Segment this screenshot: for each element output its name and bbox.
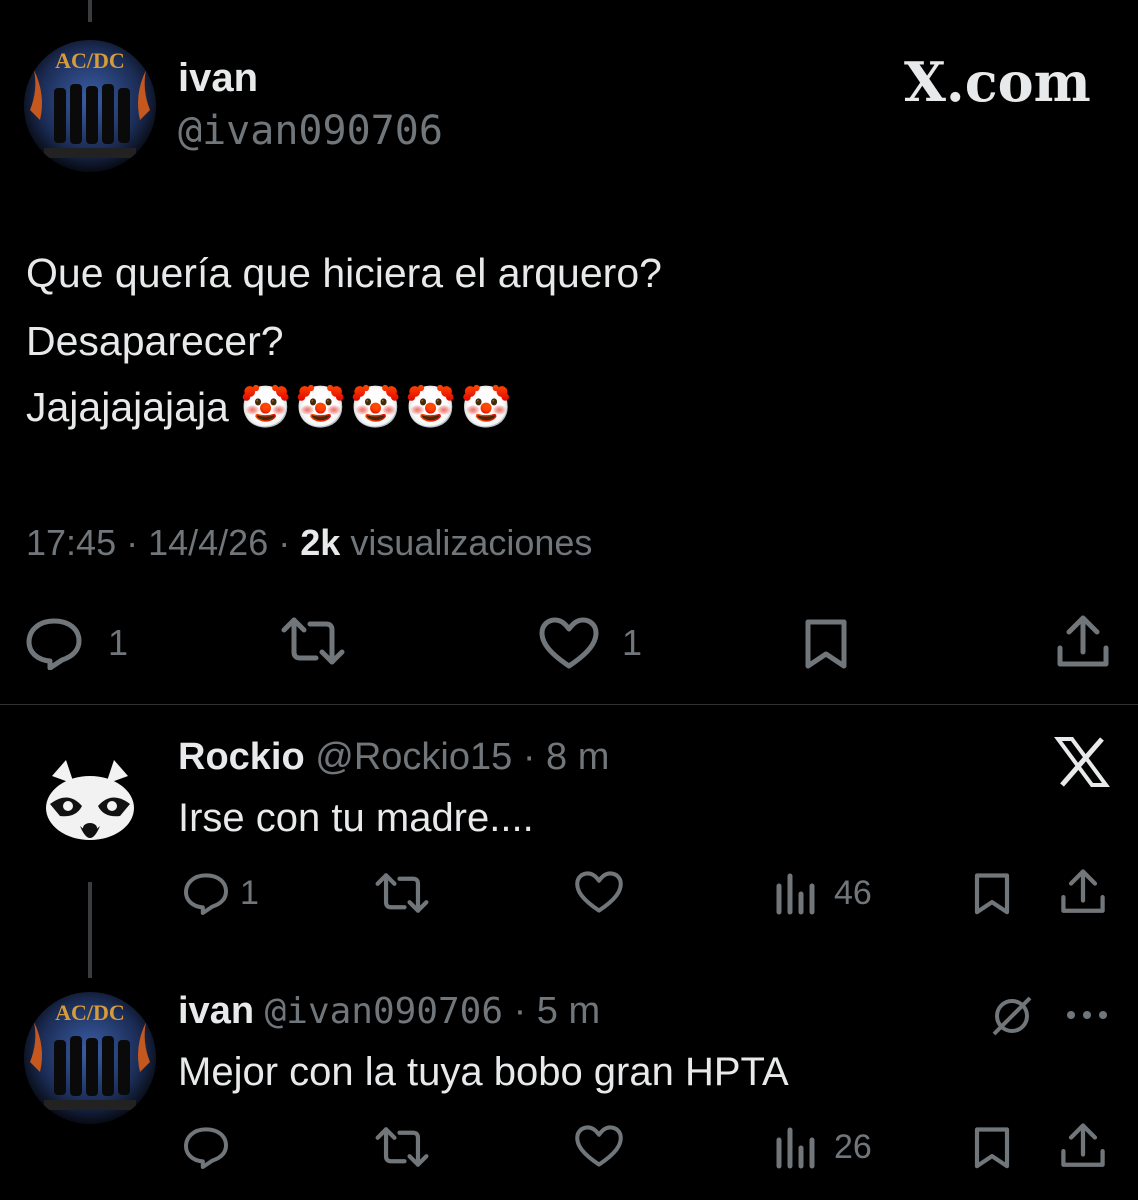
divider: [0, 704, 1138, 705]
clown-emojis: 🤡🤡🤡🤡🤡: [240, 384, 516, 430]
like-icon[interactable]: [538, 616, 600, 670]
reply-count: 1: [240, 874, 259, 912]
share-icon[interactable]: [1060, 868, 1106, 916]
thread-line: [88, 882, 92, 978]
retweet-icon[interactable]: [280, 616, 346, 666]
reply-icon[interactable]: [182, 870, 230, 916]
svg-text:AC/DC: AC/DC: [55, 1000, 125, 1025]
more-options-icon[interactable]: [1066, 1010, 1108, 1020]
bookmark-icon[interactable]: [972, 870, 1012, 916]
share-icon[interactable]: [1056, 614, 1110, 670]
bookmark-icon[interactable]: [972, 1124, 1012, 1170]
x-logo-icon: [1054, 736, 1110, 793]
like-icon[interactable]: [574, 870, 624, 914]
views-label: visualizaciones: [350, 522, 593, 563]
thread-line-top: [88, 0, 92, 22]
reply-author-name[interactable]: ivan: [178, 990, 254, 1032]
views-icon[interactable]: [774, 1126, 816, 1170]
author-handle[interactable]: @ivan090706: [178, 108, 443, 154]
views-count: 46: [834, 874, 872, 912]
bookmark-icon[interactable]: [802, 616, 850, 670]
reply-author-name[interactable]: Rockio: [178, 736, 305, 778]
grok-icon[interactable]: [990, 994, 1034, 1038]
reply-text: Mejor con la tuya bobo gran HPTA: [178, 1050, 789, 1094]
views-icon[interactable]: [774, 872, 816, 916]
tweet-meta: 17:45 · 14/4/26 · 2k visualizaciones: [26, 522, 593, 563]
reply-icon[interactable]: [24, 616, 84, 670]
tweet-date[interactable]: 14/4/26: [148, 522, 268, 563]
raccoon-avatar[interactable]: [24, 740, 156, 872]
tweet-time[interactable]: 17:45: [26, 522, 116, 563]
like-count: 1: [622, 622, 643, 663]
tweet-text-line-1: Que quería que hiciera el arquero?: [26, 250, 662, 296]
reply-header: ivan @ivan090706 · 5 m: [178, 990, 600, 1033]
reply-header: Rockio @Rockio15 · 8 m: [178, 736, 609, 779]
views-count: 2k: [300, 522, 341, 563]
author-name[interactable]: ivan: [178, 56, 258, 101]
reply-author-handle[interactable]: @Rockio15: [315, 736, 512, 778]
brand-logo: X.com: [904, 50, 1091, 114]
reply-time[interactable]: · 5 m: [514, 990, 601, 1032]
share-icon[interactable]: [1060, 1122, 1106, 1170]
reply-time[interactable]: · 8 m: [523, 736, 610, 778]
reply-text: Irse con tu madre....: [178, 796, 534, 840]
tweet-text-laugh: Jajajajajaja: [26, 384, 229, 430]
like-icon[interactable]: [574, 1124, 624, 1168]
tweet-text-line-2: Desaparecer?: [26, 318, 284, 364]
retweet-icon[interactable]: [374, 1126, 430, 1168]
avatar[interactable]: AC/DC: [24, 40, 156, 172]
tweet-text-line-3: Jajajajajaja 🤡🤡🤡🤡🤡: [26, 384, 516, 432]
svg-text:AC/DC: AC/DC: [55, 48, 125, 73]
views-count: 26: [834, 1128, 872, 1166]
reply-icon[interactable]: [182, 1124, 230, 1170]
retweet-icon[interactable]: [374, 872, 430, 914]
reply-author-handle[interactable]: @ivan090706: [265, 991, 503, 1032]
avatar[interactable]: AC/DC: [24, 992, 156, 1124]
reply-count: 1: [108, 622, 129, 663]
